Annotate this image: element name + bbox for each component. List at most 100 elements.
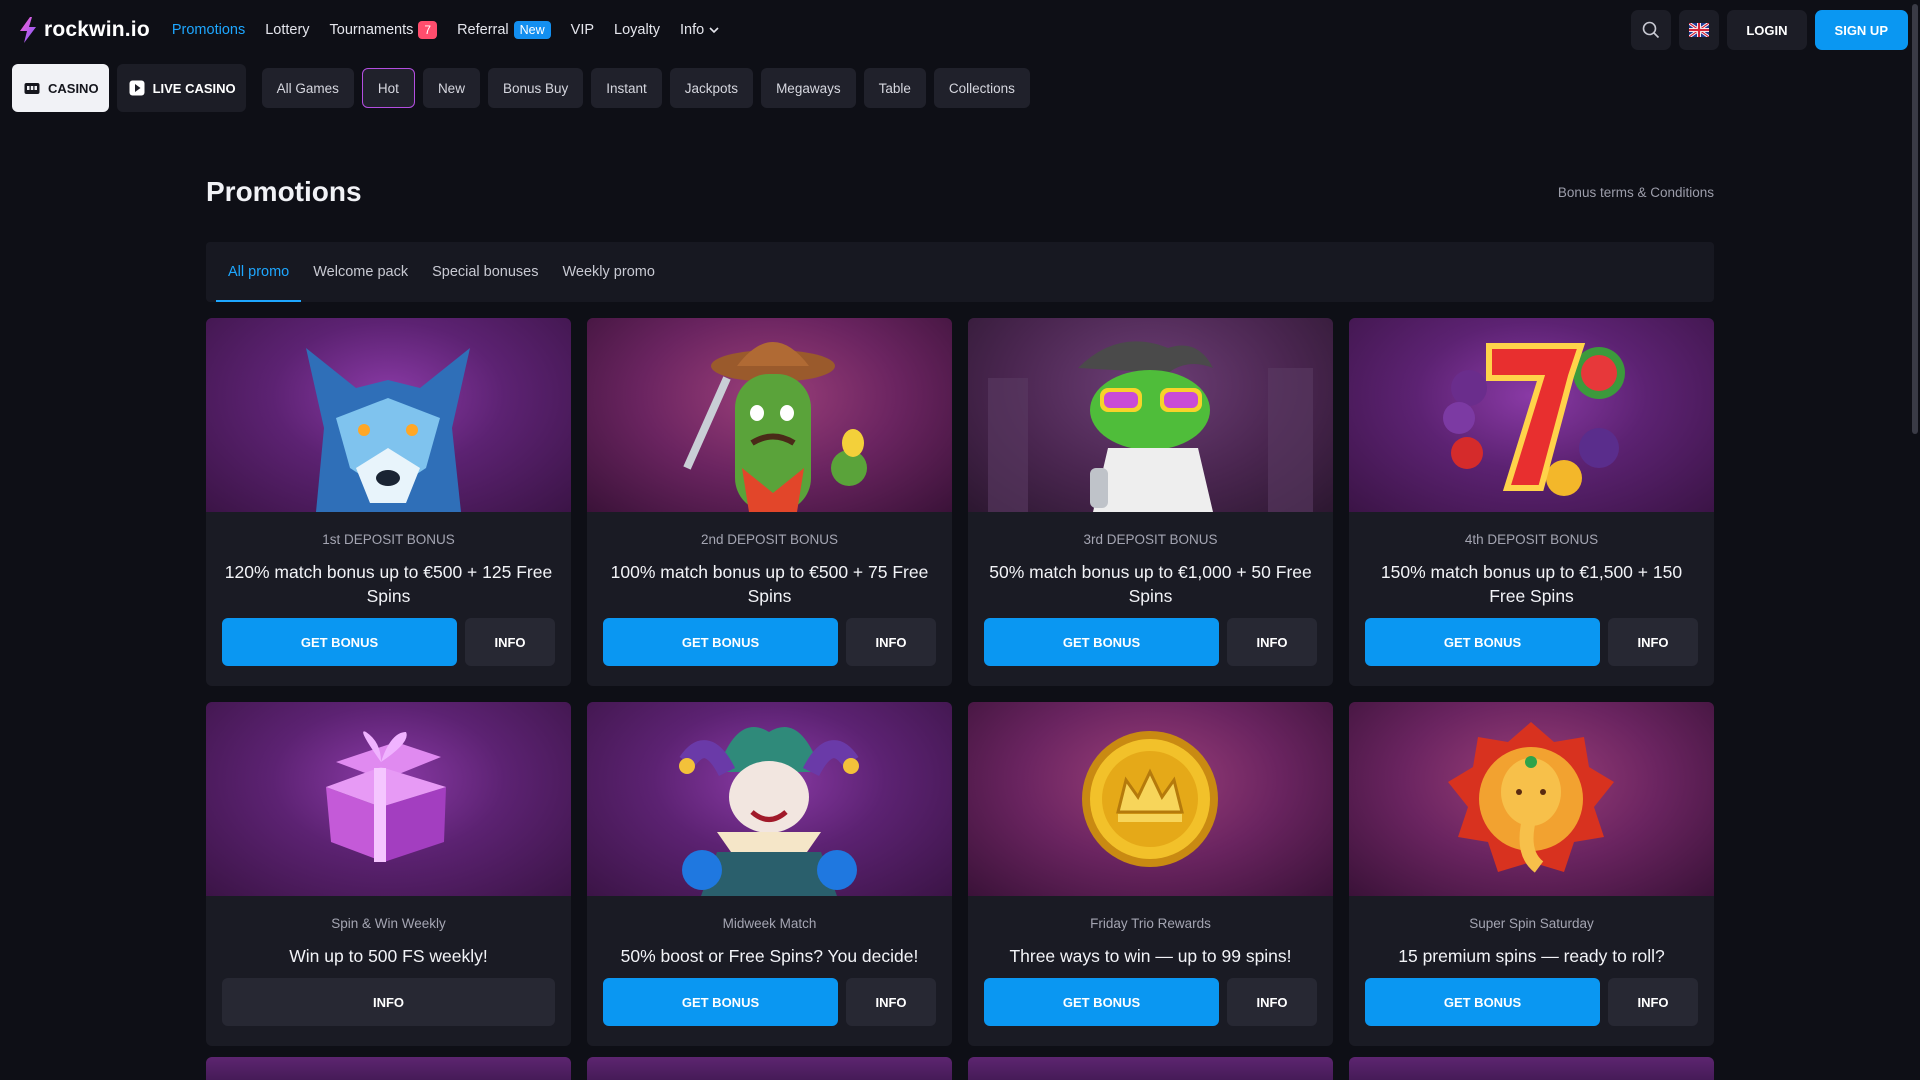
page-scrollbar[interactable] <box>1912 4 1918 434</box>
card-actions: GET BONUS INFO <box>1365 618 1698 666</box>
info-button[interactable]: INFO <box>846 978 936 1026</box>
info-button[interactable]: INFO <box>1608 978 1698 1026</box>
promo-card: 4th DEPOSIT BONUS 150% match bonus up to… <box>1349 318 1714 686</box>
search-button[interactable] <box>1631 10 1672 50</box>
card-actions: GET BONUS INFO <box>984 618 1317 666</box>
gift-box-illustration <box>206 702 571 896</box>
promo-card-peek <box>587 1057 952 1080</box>
chip-bonus-buy[interactable]: Bonus Buy <box>487 68 584 108</box>
promo-card-peek <box>206 1057 571 1080</box>
page-header: Promotions Bonus terms & Conditions <box>206 170 1714 214</box>
promotions-section: Promotions Bonus terms & Conditions All … <box>206 170 1714 1046</box>
card-subtitle: Super Spin Saturday <box>1469 916 1594 931</box>
card-actions: GET BONUS INFO <box>1365 978 1698 1026</box>
chip-megaways[interactable]: Megaways <box>761 68 856 108</box>
promo-card: 3rd DEPOSIT BONUS 50% match bonus up to … <box>968 318 1333 686</box>
main-nav: Promotions Lottery Tournaments 7 Referra… <box>172 21 719 39</box>
chip-table[interactable]: Table <box>863 68 926 108</box>
card-actions: GET BONUS INFO <box>984 978 1317 1026</box>
category-bar: CASINO LIVE CASINO All Games Hot New Bon… <box>12 64 1030 112</box>
card-body: 4th DEPOSIT BONUS 150% match bonus up to… <box>1349 512 1714 686</box>
chip-new[interactable]: New <box>422 68 480 108</box>
card-body: Midweek Match 50% boost or Free Spins? Y… <box>587 896 952 1046</box>
card-subtitle: 3rd DEPOSIT BONUS <box>1083 532 1218 547</box>
info-button[interactable]: INFO <box>222 978 555 1026</box>
login-button[interactable]: LOGIN <box>1727 10 1807 50</box>
promo-card: 1st DEPOSIT BONUS 120% match bonus up to… <box>206 318 571 686</box>
get-bonus-button[interactable]: GET BONUS <box>603 618 838 666</box>
card-actions: GET BONUS INFO <box>222 618 555 666</box>
nav-tournaments[interactable]: Tournaments 7 <box>330 21 438 39</box>
nav-label: Tournaments <box>329 22 414 38</box>
live-casino-mode-button[interactable]: LIVE CASINO <box>116 64 246 112</box>
card-subtitle: Friday Trio Rewards <box>1090 916 1211 931</box>
card-subtitle: 2nd DEPOSIT BONUS <box>700 532 839 547</box>
card-body: 2nd DEPOSIT BONUS 100% match bonus up to… <box>587 512 952 686</box>
gold-coin-illustration <box>968 702 1333 896</box>
slot-machine-icon <box>24 83 40 94</box>
nav-info[interactable]: Info <box>680 22 719 38</box>
card-title: 15 premium spins — ready to roll? <box>1398 946 1665 966</box>
info-button[interactable]: INFO <box>846 618 936 666</box>
language-button[interactable] <box>1679 10 1720 50</box>
info-button[interactable]: INFO <box>1227 618 1317 666</box>
get-bonus-button[interactable]: GET BONUS <box>1365 978 1600 1026</box>
promo-card-peek <box>1349 1057 1714 1080</box>
get-bonus-button[interactable]: GET BONUS <box>222 618 457 666</box>
top-bar: rockwin.io Promotions Lottery Tournament… <box>0 0 1920 60</box>
info-button[interactable]: INFO <box>1608 618 1698 666</box>
card-actions: INFO <box>222 978 555 1026</box>
promo-card: Midweek Match 50% boost or Free Spins? Y… <box>587 702 952 1046</box>
logo[interactable]: rockwin.io <box>18 17 150 43</box>
promo-grid: 1st DEPOSIT BONUS 120% match bonus up to… <box>206 318 1714 1046</box>
nav-promotions[interactable]: Promotions <box>172 22 245 38</box>
chip-jackpots[interactable]: Jackpots <box>669 68 754 108</box>
get-bonus-button[interactable]: GET BONUS <box>1365 618 1600 666</box>
card-subtitle: Midweek Match <box>722 916 817 931</box>
jester-illustration <box>587 702 952 896</box>
chip-instant[interactable]: Instant <box>591 68 662 108</box>
nav-lottery[interactable]: Lottery <box>265 22 309 38</box>
card-subtitle: 4th DEPOSIT BONUS <box>1464 532 1599 547</box>
promo-tabs: All promo Welcome pack Special bonuses W… <box>206 242 1714 302</box>
chip-collections[interactable]: Collections <box>933 68 1030 108</box>
live-casino-label: LIVE CASINO <box>152 80 236 96</box>
tab-weekly-promo[interactable]: Weekly promo <box>563 242 655 302</box>
tab-welcome-pack[interactable]: Welcome pack <box>313 242 408 302</box>
nav-label: Promotions <box>171 22 246 38</box>
chip-hot[interactable]: Hot <box>361 68 415 108</box>
bonus-terms-link[interactable]: Bonus terms & Conditions <box>1558 185 1714 200</box>
card-body: Super Spin Saturday 15 premium spins — r… <box>1349 896 1714 1046</box>
card-body: Spin & Win Weekly Win up to 500 FS weekl… <box>206 896 571 1046</box>
nav-referral[interactable]: Referral New <box>457 21 551 39</box>
card-body: 3rd DEPOSIT BONUS 50% match bonus up to … <box>968 512 1333 686</box>
tab-special-bonuses[interactable]: Special bonuses <box>432 242 538 302</box>
card-body: 1st DEPOSIT BONUS 120% match bonus up to… <box>206 512 571 686</box>
get-bonus-button[interactable]: GET BONUS <box>984 978 1219 1026</box>
promo-card: Super Spin Saturday 15 premium spins — r… <box>1349 702 1714 1046</box>
get-bonus-button[interactable]: GET BONUS <box>603 978 838 1026</box>
info-button[interactable]: INFO <box>465 618 555 666</box>
lightning-bolt-icon <box>20 17 36 43</box>
nav-loyalty[interactable]: Loyalty <box>614 22 660 38</box>
search-icon <box>1643 21 1660 39</box>
tab-all-promo[interactable]: All promo <box>215 242 302 302</box>
signup-button[interactable]: SIGN UP <box>1814 10 1908 50</box>
nav-label: Loyalty <box>614 22 660 38</box>
info-button[interactable]: INFO <box>1227 978 1317 1026</box>
get-bonus-button[interactable]: GET BONUS <box>984 618 1219 666</box>
chip-all-games[interactable]: All Games <box>261 68 354 108</box>
promo-card: Friday Trio Rewards Three ways to win — … <box>968 702 1333 1046</box>
nav-label: Info <box>679 22 705 38</box>
casino-mode-button[interactable]: CASINO <box>12 64 109 112</box>
nav-vip[interactable]: VIP <box>571 22 594 38</box>
casino-label: CASINO <box>48 80 99 96</box>
nav-label: Referral <box>457 22 509 38</box>
new-badge: New <box>513 21 551 39</box>
promo-card: 2nd DEPOSIT BONUS 100% match bonus up to… <box>587 318 952 686</box>
brand-name: rockwin.io <box>44 18 150 41</box>
card-title: Three ways to win — up to 99 spins! <box>1009 946 1292 966</box>
page-title: Promotions <box>206 176 362 207</box>
card-actions: GET BONUS INFO <box>603 618 936 666</box>
frog-singer-illustration <box>968 318 1333 512</box>
